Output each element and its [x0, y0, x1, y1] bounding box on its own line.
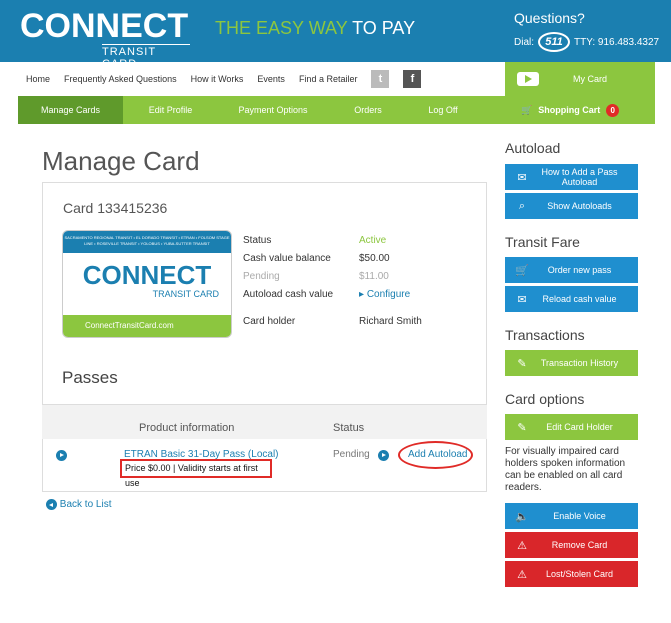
how-to-autoload-label: How to Add a Pass Autoload	[541, 167, 618, 187]
my-card-label: My Card	[573, 74, 608, 84]
warning-icon: ⚠	[517, 568, 527, 581]
lost-stolen-button[interactable]: ⚠ Lost/Stolen Card	[505, 561, 638, 587]
passes-table-header: Product information Status	[42, 405, 487, 439]
impaired-info-text: For visually impaired card holders spoke…	[505, 446, 626, 493]
pass-status: Pending	[333, 449, 370, 460]
lost-stolen-label: Lost/Stolen Card	[545, 569, 614, 579]
card-agencies: SACRAMENTO REGIONAL TRANSIT • EL DORADO …	[63, 231, 231, 253]
nav-faq[interactable]: Frequently Asked Questions	[64, 74, 177, 84]
questions-heading: Questions?	[514, 10, 585, 26]
card-play-icon	[517, 72, 539, 86]
how-to-autoload-button[interactable]: ✉ How to Add a Pass Autoload	[505, 164, 638, 190]
card-brand-sub: TRANSIT CARD	[152, 289, 219, 299]
nav-events[interactable]: Events	[257, 74, 285, 84]
edit-icon: ✎	[517, 357, 527, 370]
nav-home[interactable]: Home	[26, 74, 50, 84]
reload-cash-button[interactable]: ✉ Reload cash value	[505, 286, 638, 312]
status-value: Active	[359, 235, 387, 246]
pass-details: Price $0.00 | Validity starts at first u…	[120, 459, 272, 488]
card-options-heading: Card options	[505, 391, 585, 407]
logo-text: CONNECT	[20, 7, 189, 45]
site-header: CONNECT TRANSIT CARD THE EASY WAY TO PAY…	[0, 0, 671, 70]
order-pass-label: Order new pass	[547, 265, 612, 275]
transaction-history-button[interactable]: ✎ Transaction History	[505, 350, 638, 376]
cash-label: Cash value balance	[243, 253, 331, 264]
autoload-heading: Autoload	[505, 140, 561, 156]
enable-voice-button[interactable]: 🔈 Enable Voice	[505, 503, 638, 529]
cash-value: $50.00	[359, 253, 390, 264]
back-arrow-icon	[46, 499, 57, 510]
cart-icon: 🛒	[515, 264, 529, 277]
cash-row: Cash value balance $50.00	[243, 253, 483, 267]
order-pass-button[interactable]: 🛒 Order new pass	[505, 257, 638, 283]
card-website: ConnectTransitCard.com	[63, 315, 231, 337]
tab-log-off[interactable]: Log Off	[408, 96, 478, 124]
remove-card-button[interactable]: ⚠ Remove Card	[505, 532, 638, 558]
tab-orders[interactable]: Orders	[328, 96, 408, 124]
tagline: THE EASY WAY TO PAY	[215, 17, 415, 39]
shopping-cart-link[interactable]: 🛒 Shopping Cart 0	[505, 96, 655, 124]
envelope-icon: ✉	[517, 293, 527, 306]
tab-edit-profile[interactable]: Edit Profile	[123, 96, 218, 124]
add-autoload-play-icon[interactable]	[378, 450, 389, 461]
dial-label: Dial:	[514, 36, 535, 48]
reload-cash-label: Reload cash value	[542, 294, 617, 304]
search-icon: ⌕	[518, 199, 526, 212]
autoload-row: Autoload cash value ▸ Configure	[243, 289, 483, 303]
facebook-icon[interactable]: f	[403, 70, 422, 88]
transactions-heading: Transactions	[505, 327, 585, 343]
holder-label: Card holder	[243, 316, 296, 327]
nav-how-it-works[interactable]: How it Works	[191, 74, 244, 84]
passes-heading: Passes	[62, 368, 118, 387]
configure-label: Configure	[366, 289, 411, 300]
expand-row-icon[interactable]	[56, 450, 67, 461]
col-status: Status	[333, 422, 365, 434]
edit-card-holder-button[interactable]: ✎ Edit Card Holder	[505, 414, 638, 440]
configure-link[interactable]: ▸ Configure	[359, 289, 410, 300]
back-label: Back to List	[59, 499, 112, 511]
tty-number: TTY: 916.483.4327	[574, 36, 660, 48]
enable-voice-label: Enable Voice	[553, 511, 606, 521]
page-title: Manage Card	[42, 146, 200, 176]
connect-logo[interactable]: CONNECT TRANSIT CARD	[20, 7, 190, 70]
transit-card-image: SACRAMENTO REGIONAL TRANSIT • EL DORADO …	[62, 230, 232, 338]
cart-icon: 🛒	[521, 104, 533, 115]
card-brand: CONNECT	[82, 260, 212, 290]
twitter-icon[interactable]: t	[371, 70, 390, 88]
speaker-icon: 🔈	[515, 510, 529, 523]
pending-value: $11.00	[359, 271, 389, 282]
my-card-link[interactable]: My Card	[505, 62, 655, 96]
tab-manage-cards[interactable]: Manage Cards	[18, 96, 123, 124]
transit-fare-heading: Transit Fare	[505, 234, 580, 250]
tagline-green: THE EASY WAY	[215, 18, 348, 38]
contact-info: Dial: 511 TTY: 916.483.4327	[514, 32, 659, 52]
envelope-icon: ✉	[517, 171, 527, 184]
top-navigation: Home Frequently Asked Questions How it W…	[0, 62, 505, 96]
add-autoload-link[interactable]: Add Autoload	[408, 449, 468, 460]
back-to-list-link[interactable]: Back to List	[46, 499, 111, 510]
holder-value: Richard Smith	[359, 316, 422, 327]
col-product-info: Product information	[139, 422, 235, 434]
phone-511-icon: 511	[538, 32, 571, 52]
main-navigation: Manage Cards Edit Profile Payment Option…	[18, 96, 506, 124]
warning-icon: ⚠	[517, 539, 527, 552]
pending-row: Pending $11.00	[243, 271, 483, 285]
status-row: Status Active	[243, 235, 483, 249]
remove-card-label: Remove Card	[551, 540, 608, 550]
pending-label: Pending	[243, 271, 280, 282]
transaction-history-label: Transaction History	[540, 358, 619, 368]
edit-card-holder-label: Edit Card Holder	[546, 422, 613, 432]
show-autoloads-button[interactable]: ⌕ Show Autoloads	[505, 193, 638, 219]
nav-find-retailer[interactable]: Find a Retailer	[299, 74, 358, 84]
autoload-label: Autoload cash value	[243, 289, 334, 300]
tagline-white: TO PAY	[352, 18, 416, 38]
tab-payment-options[interactable]: Payment Options	[218, 96, 328, 124]
edit-icon: ✎	[517, 421, 527, 434]
holder-row: Card holder Richard Smith	[243, 316, 483, 330]
card-number: Card 133415236	[63, 200, 168, 216]
cart-count-badge: 0	[606, 103, 620, 117]
status-label: Status	[243, 235, 272, 246]
cart-label: Shopping Cart	[538, 105, 601, 115]
show-autoloads-label: Show Autoloads	[547, 201, 612, 211]
